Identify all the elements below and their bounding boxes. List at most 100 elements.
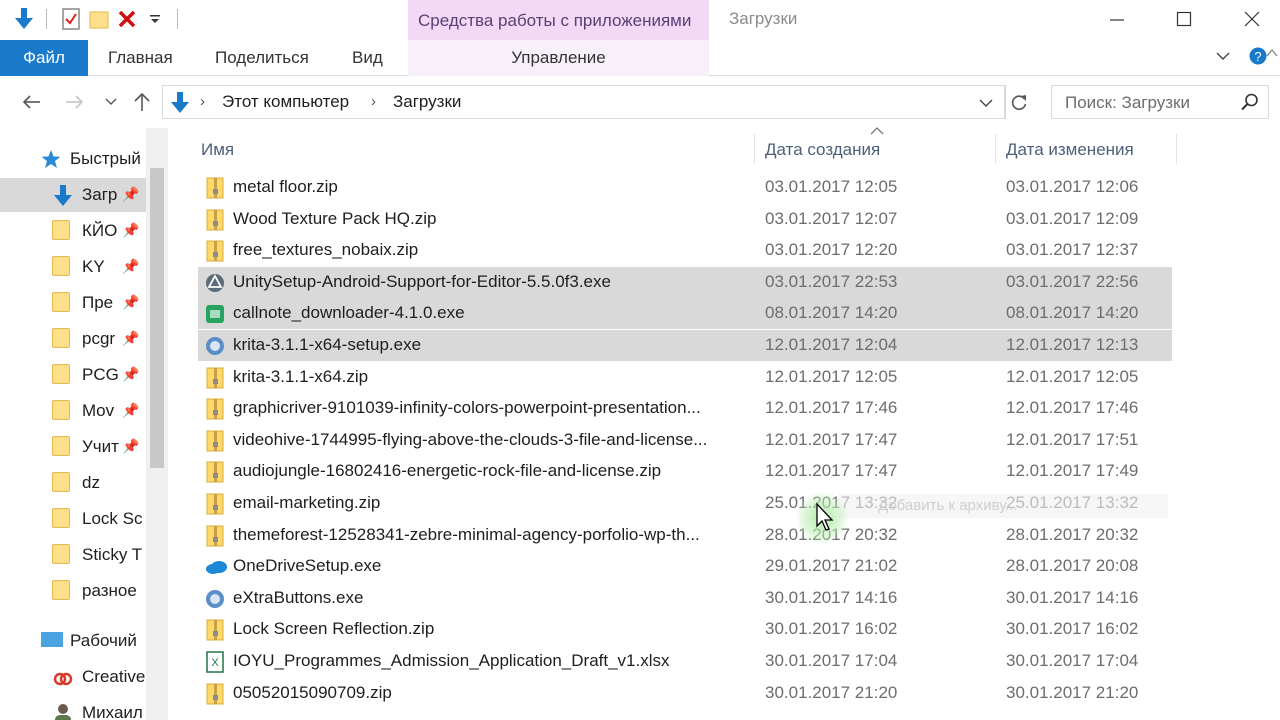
search-box[interactable]: Поиск: Загрузки [1051,85,1269,119]
expand-ribbon-icon[interactable] [1216,51,1230,61]
minimize-button[interactable] [1087,0,1147,38]
search-icon[interactable] [1240,92,1260,112]
back-button[interactable] [17,88,45,116]
download-arrow-icon[interactable] [10,5,38,33]
sidebar-item[interactable]: dz [0,466,146,500]
column-header-modified[interactable]: Дата изменения [1006,140,1134,160]
sidebar-item[interactable]: разное [0,574,146,608]
file-row[interactable]: graphicriver-9101039-infinity-colors-pow… [198,393,1172,424]
ribbon-controls: ? [1216,46,1268,66]
file-row[interactable]: Lock Screen Reflection.zip 30.01.2017 16:… [198,614,1172,645]
file-name: email-marketing.zip [233,493,381,512]
folder-icon [52,544,70,564]
file-created-date: 12.01.2017 12:04 [765,335,898,354]
sidebar-item[interactable]: Быстрый [0,142,146,176]
file-row[interactable]: krita-3.1.1-x64.zip 12.01.2017 12:05 12.01… [198,362,1172,393]
refresh-icon[interactable] [1009,93,1029,113]
sidebar-item[interactable]: Михаил [0,696,146,720]
scrollbar-thumb[interactable] [150,168,164,468]
file-row[interactable]: OneDriveSetup.exe 29.01.2017 21:02 28.01.2… [198,551,1172,582]
sidebar-item[interactable]: Sticky T [0,538,146,572]
tab-file[interactable]: Файл [0,40,88,76]
recent-locations-button[interactable] [97,88,125,116]
unity-icon [204,271,226,295]
sidebar-item[interactable]: Учит 📌 [0,430,146,464]
pin-icon: 📌 [122,366,140,382]
breadcrumb-this-pc[interactable]: Этот компьютер [222,92,349,112]
sidebar-item[interactable]: pcgr 📌 [0,322,146,356]
file-row[interactable]: themeforest-12528341-zebre-minimal-agenc… [198,520,1172,551]
file-name: graphicriver-9101039-infinity-colors-pow… [233,398,701,417]
address-bar[interactable]: › Этот компьютер › Загрузки [162,85,1027,119]
file-row[interactable]: krita-3.1.1-x64-setup.exe 12.01.2017 12:0… [198,330,1172,361]
sidebar-item[interactable]: Загр 📌 [0,178,146,212]
pin-icon: 📌 [122,402,140,418]
scroll-up-icon[interactable] [1266,48,1278,58]
properties-icon[interactable] [57,5,85,33]
pin-icon: 📌 [122,222,140,238]
file-row[interactable]: eXtraButtons.exe 30.01.2017 14:16 30.01.20… [198,583,1172,614]
file-created-date: 03.01.2017 12:05 [765,177,898,196]
column-divider[interactable] [1176,134,1177,164]
tab-share[interactable]: Поделиться [215,40,309,76]
sidebar-item[interactable]: Mov 📌 [0,394,146,428]
file-row[interactable]: audiojungle-16802416-energetic-rock-file… [198,456,1172,487]
address-divider [1004,86,1005,118]
sidebar-item-label: KY [82,257,105,276]
callnote-icon [204,302,226,326]
tab-manage[interactable]: Управление [408,40,709,76]
file-created-date: 30.01.2017 16:02 [765,619,898,638]
sidebar-item-label: Михаил [82,703,143,720]
forward-button[interactable] [61,88,89,116]
maximize-button[interactable] [1154,0,1214,38]
new-folder-icon[interactable] [85,5,113,33]
sidebar-item[interactable]: Creative [0,660,146,694]
column-divider[interactable] [754,134,755,164]
downloads-folder-icon [171,92,189,113]
file-modified-date: 28.01.2017 20:32 [1006,525,1139,544]
sidebar-item[interactable]: КЙО 📌 [0,214,146,248]
pin-icon: 📌 [122,294,140,310]
sidebar-item[interactable]: Lock Sc [0,502,146,536]
sidebar-item[interactable]: Рабочий [0,624,146,658]
address-history-chevron-icon[interactable] [979,98,993,108]
file-modified-date: 28.01.2017 20:08 [1006,556,1139,575]
up-button[interactable] [128,88,156,116]
file-row[interactable]: free_textures_nobaix.zip 03.01.2017 12:20… [198,235,1172,266]
file-modified-date: 12.01.2017 17:49 [1006,461,1139,480]
file-name: UnitySetup-Android-Support-for-Editor-5.… [233,272,611,291]
file-row[interactable]: 05052015090709.zip 30.01.2017 21:20 30.01.… [198,678,1172,709]
navigation-pane: Быстрый Загр 📌 КЙО 📌 KY 📌 Пре 📌 pcgr 📌 PCG 📌 Mov 📌 Учит… [0,128,146,720]
navigation-pane-scrollbar[interactable] [146,128,168,720]
column-header-created[interactable]: Дата создания [765,140,880,160]
minimize-icon [1110,19,1124,21]
file-name: Lock Screen Reflection.zip [233,619,435,638]
sidebar-item-label: Creative [82,667,146,686]
tab-view[interactable]: Вид [352,40,383,76]
file-created-date: 30.01.2017 17:04 [765,651,898,670]
file-row[interactable]: X IOYU_Programmes_Admission_Application_D… [198,646,1172,677]
file-list-scrollbar[interactable] [1264,40,1280,720]
sort-ascending-icon [870,127,884,135]
file-row[interactable]: metal floor.zip 03.01.2017 12:05 03.01.201… [198,172,1172,203]
tab-home[interactable]: Главная [108,40,173,76]
sidebar-item[interactable]: KY 📌 [0,250,146,284]
breadcrumb-separator-icon[interactable]: › [371,93,376,110]
zip-icon [204,208,226,232]
column-header-name[interactable]: Имя [201,140,234,160]
column-divider[interactable] [995,134,996,164]
file-row[interactable]: videohive-1744995-flying-above-the-cloud… [198,425,1172,456]
breadcrumb-downloads[interactable]: Загрузки [393,92,461,112]
user-icon [55,704,71,720]
breadcrumb-separator-icon[interactable]: › [200,93,205,110]
customize-toolbar-dropdown-icon[interactable] [141,5,169,33]
file-modified-date: 12.01.2017 17:51 [1006,430,1139,449]
sidebar-item[interactable]: Пре 📌 [0,286,146,320]
close-button[interactable] [1222,0,1280,38]
delete-icon[interactable] [113,5,141,33]
file-row[interactable]: UnitySetup-Android-Support-for-Editor-5.… [198,267,1172,298]
file-row[interactable]: Wood Texture Pack HQ.zip 03.01.2017 12:07… [198,204,1172,235]
file-created-date: 03.01.2017 12:07 [765,209,898,228]
sidebar-item[interactable]: PCG 📌 [0,358,146,392]
file-row[interactable]: callnote_downloader-4.1.0.exe 08.01.2017 … [198,298,1172,329]
